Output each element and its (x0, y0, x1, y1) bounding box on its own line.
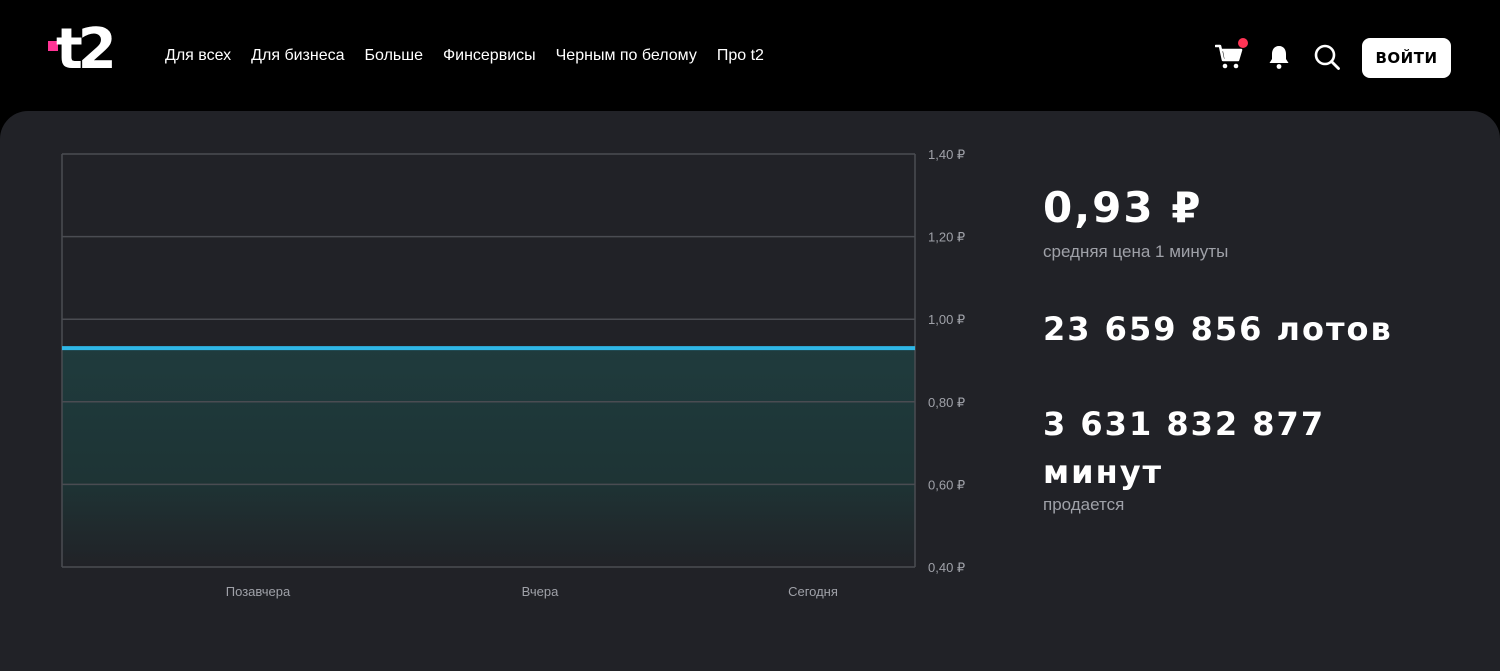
price-chart: 1,40 ₽ 1,20 ₽ 1,00 ₽ 0,80 ₽ 0,60 ₽ 0,40 ₽ Поза… (0, 111, 1000, 650)
cart-button[interactable] (1213, 38, 1248, 74)
average-price-value: 0,93 ₽ (1043, 183, 1203, 232)
logo-text: t2 (56, 17, 117, 82)
top-navigation-bar: t2 Для всех Для бизнеса Больше Финсервис… (0, 0, 1500, 112)
search-icon (1314, 44, 1340, 70)
x-category-label: Сегодня (788, 584, 838, 599)
main-nav: Для всех Для бизнеса Больше Финсервисы Ч… (165, 47, 784, 65)
y-tick-label: 0,80 ₽ (928, 395, 965, 410)
price-chart-svg: 1,40 ₽ 1,20 ₽ 1,00 ₽ 0,80 ₽ 0,60 ₽ 0,40 ₽ Поза… (61, 147, 965, 599)
y-tick-label: 1,00 ₽ (928, 312, 965, 327)
y-tick-label: 1,20 ₽ (928, 230, 965, 245)
cart-icon (1215, 44, 1243, 69)
search-button[interactable] (1311, 40, 1343, 74)
minutes-count: 3 631 832 877 минут (1043, 405, 1326, 491)
cart-notification-dot (1238, 38, 1248, 48)
header-actions (1213, 38, 1343, 74)
t2-logo[interactable]: t2 (48, 22, 120, 84)
nav-item-finservices[interactable]: Финсервисы (443, 47, 536, 65)
y-tick-label: 0,60 ₽ (928, 477, 965, 492)
notifications-button[interactable] (1263, 40, 1295, 74)
price-area-fill (62, 348, 915, 567)
nav-item-for-business[interactable]: Для бизнеса (251, 47, 344, 65)
nav-item-black-on-white[interactable]: Черным по белому (556, 47, 697, 65)
nav-item-about-t2[interactable]: Про t2 (717, 47, 764, 65)
average-price-label: средняя цена 1 минуты (1043, 242, 1229, 261)
x-category-label: Вчера (522, 584, 559, 599)
x-category-label: Позавчера (226, 584, 291, 599)
y-tick-label: 1,40 ₽ (928, 147, 965, 162)
bell-icon (1269, 46, 1289, 69)
y-tick-label: 0,40 ₽ (928, 560, 965, 575)
minutes-exchange-panel: 1,40 ₽ 1,20 ₽ 1,00 ₽ 0,80 ₽ 0,60 ₽ 0,40 ₽ Поза… (0, 111, 1500, 671)
nav-item-more[interactable]: Больше (365, 47, 423, 65)
minutes-label: продается (1043, 495, 1125, 514)
lots-count: 23 659 856 лотов (1043, 310, 1393, 348)
nav-item-for-all[interactable]: Для всех (165, 47, 231, 65)
login-button[interactable]: ВОЙТИ (1362, 38, 1451, 78)
